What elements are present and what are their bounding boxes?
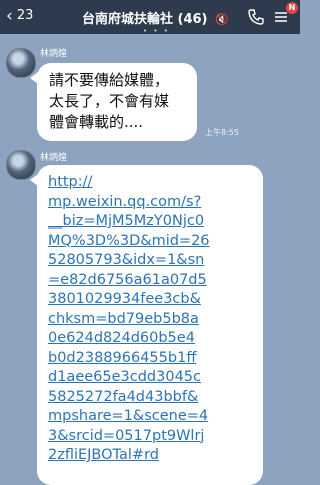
link-line[interactable]: mpshare=1&scene=4 xyxy=(48,407,263,427)
notification-badge: N xyxy=(286,2,298,14)
phone-icon[interactable] xyxy=(247,8,265,26)
unread-count: 23 xyxy=(16,8,34,23)
link-line[interactable]: 0e624d824d60b5e4 xyxy=(48,329,263,349)
group-name: 台南府城扶輪社 (46) xyxy=(82,12,208,27)
sender-name: 林炳煌 xyxy=(40,49,68,59)
link-line[interactable]: mp.weixin.qq.com/s? xyxy=(48,193,263,213)
chat-title: 台南府城扶輪社 (46) 🔇 xyxy=(82,8,229,27)
link-line[interactable]: chksm=bd79eb5b8a xyxy=(48,310,263,330)
message-line: 體會轉載的.... xyxy=(49,113,144,131)
mute-icon: 🔇 xyxy=(215,13,229,26)
link-line[interactable]: http:// xyxy=(48,173,263,193)
status-dots: • • • xyxy=(143,27,170,35)
message-line: 請不要傳給媒體， xyxy=(49,71,170,89)
sender-name: 林炳煌 xyxy=(40,153,68,163)
link-line[interactable]: MQ%3D%3D&mid=26 xyxy=(48,232,263,252)
back-button[interactable]: ‹ 23 xyxy=(6,5,34,26)
link-line[interactable]: 5825272fa4d43bbf& xyxy=(48,388,263,408)
message-line: 太長了，不會有媒 xyxy=(49,92,170,110)
link-line[interactable]: __biz=MjM5MzY0Njc0 xyxy=(48,212,263,232)
link-line[interactable]: 3&srcid=0517pt9Wlrj xyxy=(48,427,263,447)
link-line[interactable]: 3801029934fee3cb& xyxy=(48,290,263,310)
chat-header: ‹ 23 台南府城扶輪社 (46) 🔇 • • • N xyxy=(0,0,300,35)
link-line[interactable]: d1aee65e3cdd3045c xyxy=(48,368,263,388)
chevron-left-icon: ‹ xyxy=(6,5,13,26)
message-time: 上午8:55 xyxy=(205,128,239,137)
link-line[interactable]: =e82d6756a61a07d5 xyxy=(48,271,263,291)
message-bubble[interactable]: 請不要傳給媒體， 太長了，不會有媒 體會轉載的.... xyxy=(37,63,197,141)
link-line[interactable]: b0d2388966455b1ff xyxy=(48,349,263,369)
link-message-bubble[interactable]: http:// mp.weixin.qq.com/s? __biz=MjM5Mz… xyxy=(37,165,263,485)
link-line[interactable]: 2zfliEJBOTal#rd xyxy=(48,446,263,466)
link-line[interactable]: 52805793&idx=1&sn xyxy=(48,251,263,271)
